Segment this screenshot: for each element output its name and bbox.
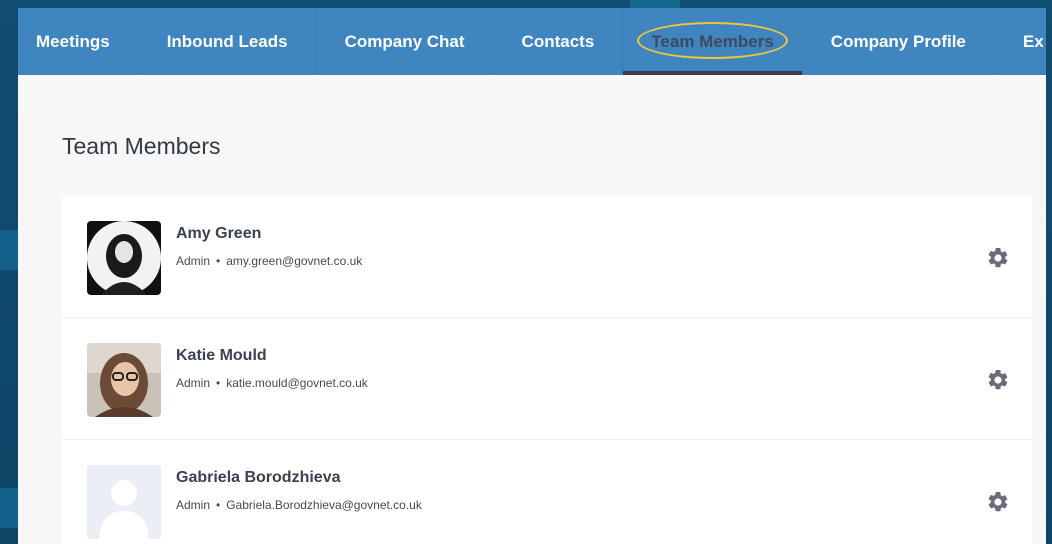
avatar: [87, 221, 161, 295]
member-email: Gabriela.Borodzhieva@govnet.co.uk: [226, 498, 422, 512]
member-meta: Admin • katie.mould@govnet.co.uk: [176, 376, 368, 390]
nav-tab-company-chat[interactable]: Company Chat: [317, 8, 494, 75]
member-name: Amy Green: [176, 225, 262, 242]
avatar-photo: [87, 221, 161, 295]
team-member-list: Amy Green Admin • amy.green@govnet.co.uk: [62, 196, 1032, 544]
member-role: Admin: [176, 498, 211, 512]
member-meta: Admin • amy.green@govnet.co.uk: [176, 254, 362, 268]
nav-tab-label: Meetings: [36, 31, 110, 51]
member-email: amy.green@govnet.co.uk: [226, 254, 363, 268]
avatar: [87, 343, 161, 417]
member-role: Admin: [176, 376, 211, 390]
nav-tab-label: Contacts: [521, 31, 595, 51]
member-name: Katie Mould: [176, 347, 267, 364]
separator-dot: •: [216, 376, 221, 390]
avatar-photo: [87, 343, 161, 417]
nav-tab-label: Company Profile: [830, 31, 966, 51]
nav-tab-label: Team Members: [651, 31, 774, 51]
nav-tab-label: Company Chat: [344, 31, 465, 51]
nav-tab-label: Inbound Leads: [166, 31, 288, 51]
backdrop-tile: [0, 230, 18, 270]
nav-tab-team-members[interactable]: Team Members: [623, 8, 803, 75]
top-navigation: Meetings Inbound Leads Company Chat Cont…: [18, 8, 1046, 75]
separator-dot: •: [216, 498, 221, 512]
member-role: Admin: [176, 254, 211, 268]
gear-icon[interactable]: [986, 368, 1010, 392]
team-member-row: Katie Mould Admin • katie.mould@govnet.co.…: [62, 318, 1032, 440]
nav-tab-label: Ex: [1022, 31, 1044, 51]
backdrop-tile: [0, 488, 18, 528]
avatar: [87, 465, 161, 539]
member-name: Gabriela Borodzhieva: [176, 469, 341, 486]
team-member-row: Amy Green Admin • amy.green@govnet.co.uk: [62, 196, 1032, 318]
page-title: Team Members: [62, 133, 221, 159]
nav-tab-inbound-leads[interactable]: Inbound Leads: [139, 8, 317, 75]
app-window: Meetings Inbound Leads Company Chat Cont…: [18, 8, 1046, 544]
member-meta: Admin • Gabriela.Borodzhieva@govnet.co.uk: [176, 498, 422, 512]
backdrop-tile: [630, 0, 680, 8]
nav-tab-contacts[interactable]: Contacts: [494, 8, 624, 75]
nav-tab-company-profile[interactable]: Company Profile: [803, 8, 995, 75]
separator-dot: •: [216, 254, 221, 268]
member-email: katie.mould@govnet.co.uk: [226, 376, 368, 390]
user-placeholder-icon: [87, 465, 161, 539]
team-member-row: Gabriela Borodzhieva Admin • Gabriela.Boro…: [62, 440, 1032, 544]
nav-tab-truncated[interactable]: Ex: [995, 8, 1046, 75]
gear-icon[interactable]: [986, 490, 1010, 514]
nav-tab-meetings[interactable]: Meetings: [18, 8, 139, 75]
gear-icon[interactable]: [986, 246, 1010, 270]
